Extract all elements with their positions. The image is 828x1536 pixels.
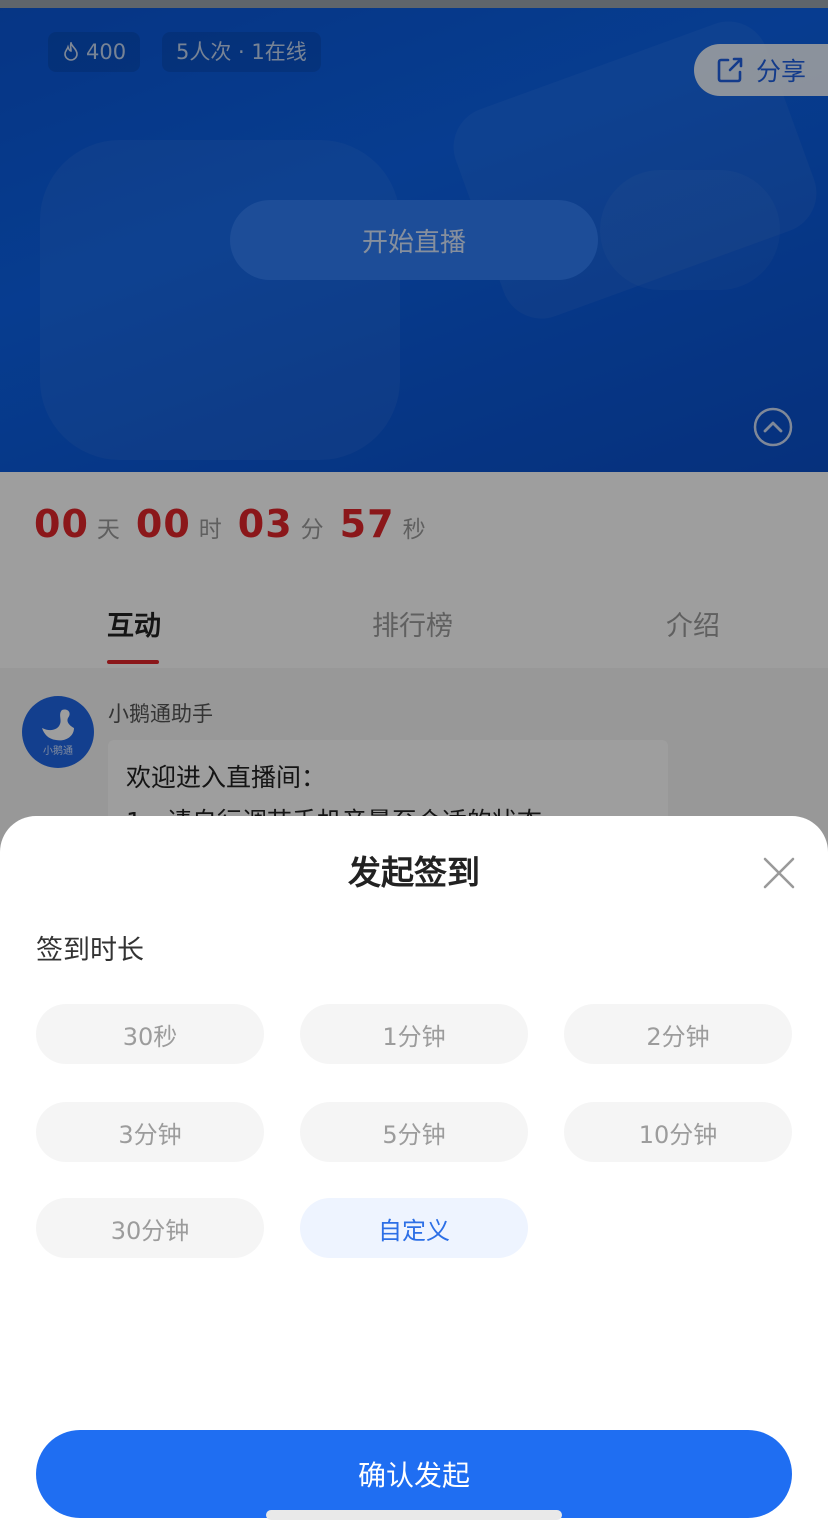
close-icon[interactable] [762,856,796,890]
home-indicator [266,1510,562,1520]
duration-option-30min[interactable]: 30分钟 [36,1198,264,1258]
duration-label: 签到时长 [36,935,144,966]
duration-option-2min[interactable]: 2分钟 [564,1004,792,1064]
duration-option-1min[interactable]: 1分钟 [300,1004,528,1064]
live-room-screen: 400 5人次 · 1在线 分享 开始直播 00 天 00 时 03 分 57 … [0,0,828,1536]
check-in-sheet: 发起签到 签到时长 30秒 1分钟 2分钟 3分钟 5分钟 10分钟 30分钟 … [0,816,828,1536]
sheet-title: 发起签到 [348,853,480,892]
duration-option-3min[interactable]: 3分钟 [36,1102,264,1162]
duration-option-5min[interactable]: 5分钟 [300,1102,528,1162]
duration-option-custom[interactable]: 自定义 [300,1198,528,1258]
confirm-start-button[interactable]: 确认发起 [36,1430,792,1518]
duration-option-30s[interactable]: 30秒 [36,1004,264,1064]
duration-option-10min[interactable]: 10分钟 [564,1102,792,1162]
